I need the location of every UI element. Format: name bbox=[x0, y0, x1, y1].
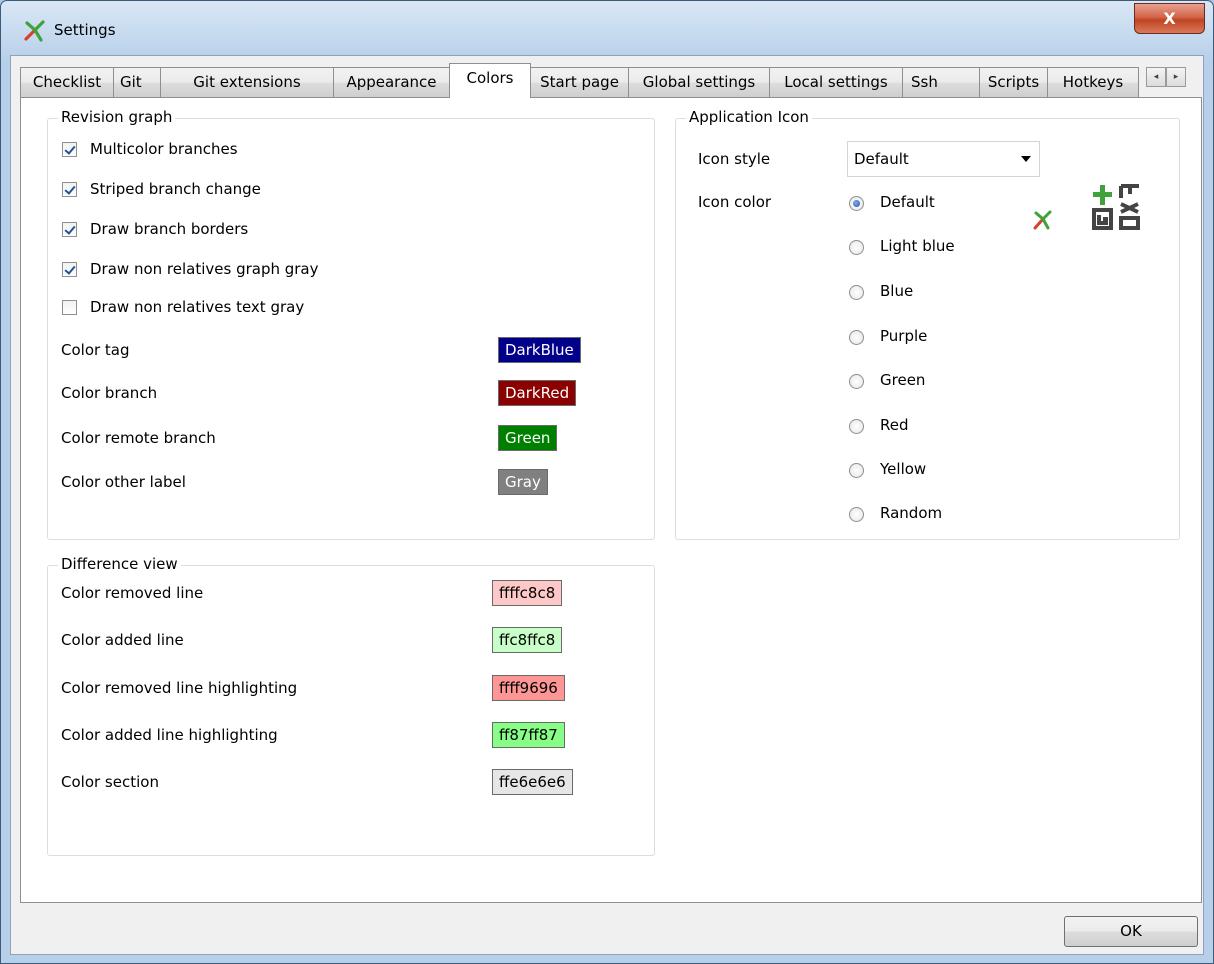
color-tag-swatch[interactable]: DarkBlue bbox=[498, 337, 581, 363]
icon-color-random-label[interactable]: Random bbox=[880, 504, 942, 522]
close-button[interactable]: X bbox=[1134, 3, 1205, 34]
striped-branch-change-label[interactable]: Striped branch change bbox=[90, 180, 261, 198]
icon-color-blue-radio[interactable] bbox=[849, 285, 864, 300]
gitext-small-icon bbox=[1033, 210, 1052, 230]
tab-git-extensions[interactable]: Git extensions bbox=[160, 67, 334, 97]
tab-ssh[interactable]: Ssh bbox=[902, 67, 980, 97]
draw-non-relatives-graph-gray-checkbox[interactable] bbox=[62, 262, 77, 277]
multicolor-branches-label[interactable]: Multicolor branches bbox=[90, 140, 238, 158]
application-icon-group: Application Icon Icon style Default Icon… bbox=[675, 108, 1180, 540]
icon-color-light-blue-label[interactable]: Light blue bbox=[880, 237, 955, 255]
color-removed-line-swatch[interactable]: ffffc8c8 bbox=[492, 580, 563, 606]
color-section-swatch[interactable]: ffe6e6e6 bbox=[492, 769, 573, 795]
window-title: Settings bbox=[54, 21, 116, 39]
icon-style-label: Icon style bbox=[698, 150, 771, 168]
color-added-line-swatch[interactable]: ffc8ffc8 bbox=[492, 627, 563, 653]
tab-start-page[interactable]: Start page bbox=[530, 67, 629, 97]
icon-color-red-radio[interactable] bbox=[849, 419, 864, 434]
color-tag-label: Color tag bbox=[61, 341, 130, 359]
multicolor-branches-checkbox[interactable] bbox=[62, 142, 77, 157]
icon-color-yellow-label[interactable]: Yellow bbox=[880, 460, 926, 478]
color-remote-branch-label: Color remote branch bbox=[61, 429, 216, 447]
draw-non-relatives-text-gray-checkbox[interactable] bbox=[62, 300, 77, 315]
color-section-label: Color section bbox=[61, 773, 159, 791]
icon-color-green-label[interactable]: Green bbox=[880, 371, 925, 389]
color-other-label-label: Color other label bbox=[61, 473, 186, 491]
tab-scroll-left-icon[interactable]: ◂ bbox=[1146, 67, 1166, 87]
color-removed-line-label: Color removed line bbox=[61, 584, 204, 602]
icon-style-dropdown[interactable]: Default bbox=[847, 141, 1040, 177]
tab-scroll-right-icon[interactable]: ▸ bbox=[1166, 67, 1186, 87]
tab-appearance[interactable]: Appearance bbox=[333, 67, 450, 97]
icon-color-purple-radio[interactable] bbox=[849, 330, 864, 345]
color-other-label-swatch[interactable]: Gray bbox=[498, 469, 548, 495]
ok-button[interactable]: OK bbox=[1064, 916, 1198, 947]
colors-tab-page: Revision graph Multicolor branches Strip… bbox=[20, 97, 1202, 903]
draw-non-relatives-graph-gray-label[interactable]: Draw non relatives graph gray bbox=[90, 260, 319, 278]
title-bar[interactable]: Settings X bbox=[1, 1, 1213, 55]
revision-graph-group: Revision graph Multicolor branches Strip… bbox=[47, 108, 655, 540]
icon-style-value: Default bbox=[854, 150, 909, 168]
color-branch-swatch[interactable]: DarkRed bbox=[498, 380, 577, 406]
icon-color-yellow-radio[interactable] bbox=[849, 463, 864, 478]
color-removed-line-highlighting-label: Color removed line highlighting bbox=[61, 679, 298, 697]
tab-local-settings[interactable]: Local settings bbox=[769, 67, 903, 97]
gitext-app-icon bbox=[24, 20, 45, 42]
difference-view-title: Difference view bbox=[58, 555, 181, 573]
icon-color-green-radio[interactable] bbox=[849, 374, 864, 389]
chevron-down-icon bbox=[1021, 156, 1031, 162]
application-icon-title: Application Icon bbox=[686, 108, 812, 126]
draw-branch-borders-label[interactable]: Draw branch borders bbox=[90, 220, 248, 238]
settings-window: Settings X Checklist Git Git extensions … bbox=[0, 0, 1214, 964]
color-branch-label: Color branch bbox=[61, 384, 158, 402]
tab-scripts[interactable]: Scripts bbox=[979, 67, 1048, 97]
icon-color-light-blue-radio[interactable] bbox=[849, 240, 864, 255]
difference-view-group: Difference view Color removed line ffffc… bbox=[47, 555, 655, 856]
draw-non-relatives-text-gray-label[interactable]: Draw non relatives text gray bbox=[90, 298, 304, 316]
icon-color-purple-label[interactable]: Purple bbox=[880, 327, 927, 345]
revision-graph-title: Revision graph bbox=[58, 108, 176, 126]
gitext-large-icon bbox=[1092, 184, 1140, 230]
tab-hotkeys[interactable]: Hotkeys bbox=[1047, 67, 1139, 97]
icon-color-red-label[interactable]: Red bbox=[880, 416, 909, 434]
color-removed-line-highlighting-swatch[interactable]: ffff9696 bbox=[492, 675, 565, 701]
icon-color-random-radio[interactable] bbox=[849, 507, 864, 522]
tab-colors[interactable]: Colors bbox=[449, 63, 531, 98]
icon-color-default-radio[interactable] bbox=[849, 196, 864, 211]
color-added-line-highlighting-label: Color added line highlighting bbox=[61, 726, 278, 744]
striped-branch-change-checkbox[interactable] bbox=[62, 182, 77, 197]
color-added-line-highlighting-swatch[interactable]: ff87ff87 bbox=[492, 722, 565, 748]
tab-git[interactable]: Git bbox=[113, 67, 161, 97]
draw-branch-borders-checkbox[interactable] bbox=[62, 222, 77, 237]
icon-color-blue-label[interactable]: Blue bbox=[880, 282, 913, 300]
color-added-line-label: Color added line bbox=[61, 631, 184, 649]
icon-color-default-label[interactable]: Default bbox=[880, 193, 935, 211]
tab-global-settings[interactable]: Global settings bbox=[628, 67, 770, 97]
tab-strip: Checklist Git Git extensions Appearance … bbox=[20, 63, 1200, 98]
color-remote-branch-swatch[interactable]: Green bbox=[498, 425, 558, 451]
tab-checklist[interactable]: Checklist bbox=[20, 67, 114, 97]
icon-color-label: Icon color bbox=[698, 193, 772, 211]
